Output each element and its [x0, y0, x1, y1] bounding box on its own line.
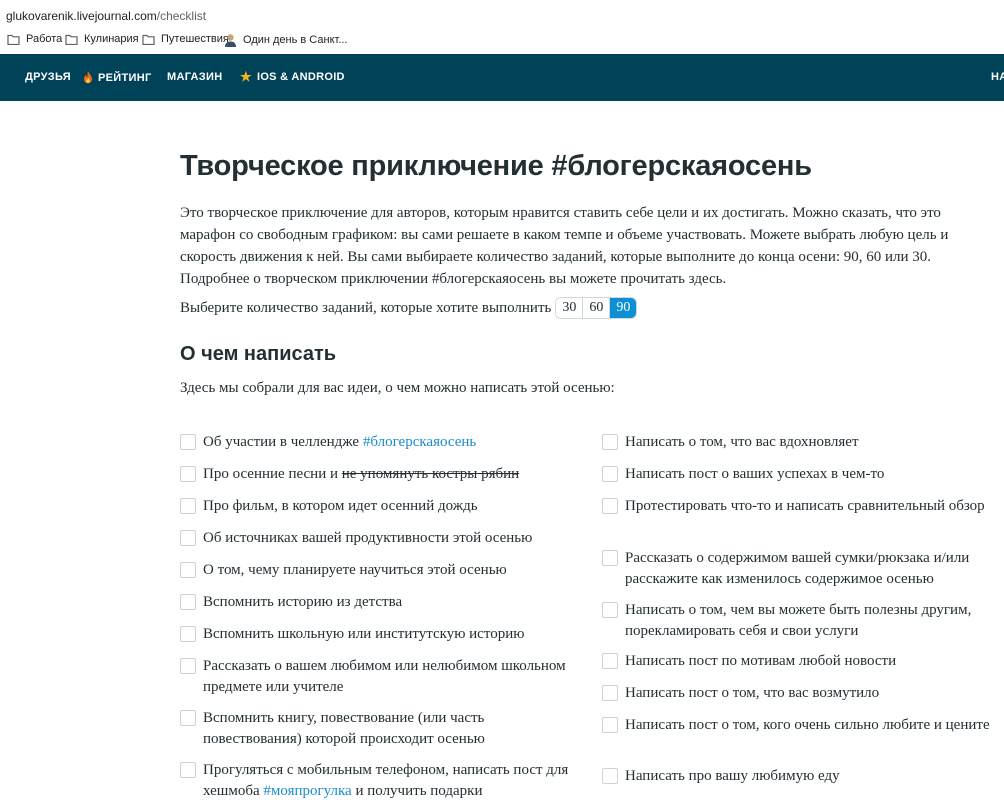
hashtag-link[interactable]: #блогерскаяосень [363, 434, 476, 450]
checkbox[interactable] [180, 594, 196, 610]
checkbox[interactable] [180, 530, 196, 546]
bookmark-puteshestviya[interactable]: Путешествия [142, 33, 229, 45]
bookmark-label: Путешествия [161, 33, 229, 45]
checklist-item-label: Рассказать о вашем любимом или нелюбимом… [203, 658, 566, 695]
item-text: Про осенние песни и [203, 466, 342, 482]
bookmark-odin-den[interactable]: Один день в Санкт... [224, 33, 348, 47]
checklist-item-label: Написать пост о ваших успехах в чем-то [625, 466, 885, 482]
checklist-item-label: Написать пост о том, кого очень сильно л… [625, 717, 990, 733]
checklist-item-label: Написать о том, чем вы можете быть полез… [625, 602, 972, 639]
checklist-item-label: Написать пост о том, что вас возмутило [625, 685, 880, 701]
nav-label: НА [991, 71, 1004, 83]
checkbox[interactable] [602, 768, 618, 784]
star-icon: ★ [240, 69, 252, 84]
checkbox[interactable] [180, 710, 196, 726]
folder-icon [7, 34, 20, 45]
task-count-chooser: Выберите количество заданий, которые хот… [180, 297, 638, 319]
option-30-button[interactable]: 30 [556, 298, 584, 318]
checkbox[interactable] [602, 466, 618, 482]
bookmark-label: Работа [26, 33, 63, 45]
checkbox[interactable] [602, 550, 618, 566]
intro-more-link-paragraph: Подробнее о творческом приключении #блог… [180, 271, 727, 287]
checklist-item-label: Про осенние песни и не упомянуть костры … [203, 464, 583, 485]
bookmark-kulinaria[interactable]: Кулинария [65, 33, 139, 45]
nav-friends[interactable]: ДРУЗЬЯ [25, 71, 71, 83]
checkbox[interactable] [602, 498, 618, 514]
nav-ios-android[interactable]: ★ IOS & ANDROID [240, 69, 345, 84]
checkbox[interactable] [180, 562, 196, 578]
nav-shop[interactable]: МАГАЗИН [167, 71, 222, 83]
nav-label: IOS & ANDROID [256, 71, 345, 83]
url-text[interactable]: glukovarenik.livejournal.com/checklist [6, 9, 206, 23]
fire-icon [84, 71, 92, 84]
checkbox[interactable] [602, 685, 618, 701]
checklist-item-label: Написать о том, что вас вдохновляет [625, 434, 859, 450]
folder-icon [142, 34, 155, 45]
site-nav-bar: ДРУЗЬЯ РЕЙТИНГ МАГАЗИН ★ IOS & ANDROID Н… [0, 54, 1004, 101]
checklist-item-label: Вспомнить книгу, повествование (или част… [203, 710, 485, 747]
checkbox[interactable] [180, 762, 196, 778]
checkbox[interactable] [602, 717, 618, 733]
intro-paragraph: Это творческое приключение для авторов, … [180, 205, 949, 265]
nav-label: РЕЙТИНГ [98, 71, 152, 84]
checkbox[interactable] [180, 626, 196, 642]
checklist-item-label: Вспомнить школьную или институтскую исто… [203, 626, 525, 642]
address-bar[interactable]: glukovarenik.livejournal.com/checklist [0, 0, 1004, 32]
page-title: Творческое приключение #блогерскаяосень [180, 150, 812, 182]
nav-label: ДРУЗЬЯ [25, 71, 71, 83]
checklist-item-label: Протестировать что-то и написать сравнит… [625, 498, 985, 514]
intro-text: Это творческое приключение для авторов, … [180, 202, 992, 290]
avatar-icon [225, 34, 236, 47]
checkbox[interactable] [180, 658, 196, 674]
option-60-button[interactable]: 60 [583, 298, 611, 318]
checklist-item-label: Написать про вашу любимую еду [625, 768, 840, 784]
checklist-item-label: Об источниках вашей продуктивности этой … [203, 530, 533, 546]
chooser-label: Выберите количество заданий, которые хот… [180, 299, 552, 316]
item-text: и получить подарки [351, 783, 483, 799]
checkbox[interactable] [180, 434, 196, 450]
folder-icon [65, 34, 78, 45]
checkbox[interactable] [602, 653, 618, 669]
nav-rating[interactable]: РЕЙТИНГ [83, 71, 152, 84]
checklist-item-label: Рассказать о содержимом вашей сумки/рюкз… [625, 550, 970, 587]
section-title: О чем написать [180, 343, 337, 365]
checklist-item-label: Вспомнить историю из детства [203, 594, 403, 610]
nav-label: МАГАЗИН [167, 71, 223, 83]
checklist-item-label: Об участии в челлендже #блогерскаяосень [203, 432, 583, 453]
checklist-item-label: Прогуляться с мобильным телефоном, напис… [203, 760, 583, 800]
checkbox[interactable] [180, 466, 196, 482]
url-path: /checklist [156, 9, 207, 23]
option-90-button[interactable]: 90 [610, 298, 637, 318]
bookmark-label: Кулинария [84, 33, 139, 45]
strikethrough-text: не упомянуть костры рябин [341, 466, 520, 482]
nav-right-item[interactable]: НА [991, 71, 1004, 83]
bookmark-rabota[interactable]: Работа [7, 33, 62, 45]
section-lead: Здесь мы собрали для вас идеи, о чем мож… [180, 380, 615, 396]
checklist-item-label: О том, чему планируете научиться этой ос… [203, 562, 507, 578]
checkbox[interactable] [180, 498, 196, 514]
checkbox[interactable] [602, 602, 618, 618]
item-text: Об участии в челлендже [203, 434, 363, 450]
bookmark-label: Один день в Санкт... [243, 34, 348, 46]
checklist-item-label: Написать пост по мотивам любой новости [625, 653, 897, 669]
checkbox[interactable] [602, 434, 618, 450]
checklist-item-label: Про фильм, в котором идет осенний дождь [203, 498, 478, 514]
hashtag-link[interactable]: #мояпрогулка [263, 783, 351, 799]
bookmarks-bar: Работа Кулинария Путешествия Один день в… [0, 30, 1004, 54]
task-count-segmented-control: 30 60 90 [555, 297, 638, 319]
url-host: glukovarenik.livejournal.com [6, 9, 157, 23]
